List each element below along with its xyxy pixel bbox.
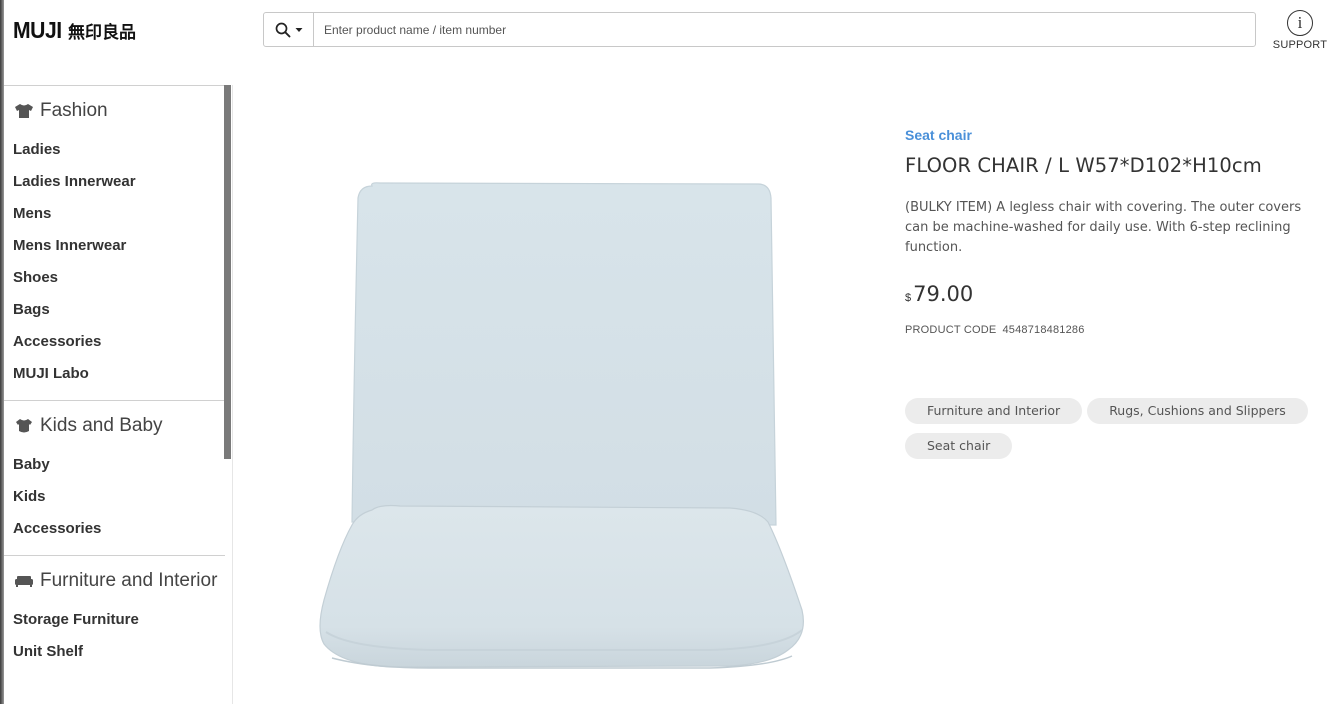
category-furniture-and-interior: Furniture and Interior Storage Furniture…	[4, 555, 225, 678]
category-title: Furniture and Interior	[40, 570, 218, 591]
product-code-label: PRODUCT CODE	[905, 324, 997, 336]
search-bar	[263, 12, 1256, 47]
sidebar-item-shoes[interactable]: Shoes	[4, 262, 225, 294]
category-header[interactable]: Fashion	[4, 86, 225, 123]
sidebar-item-unit-shelf[interactable]: Unit Shelf	[4, 636, 225, 668]
product-title: FLOOR CHAIR / L W57*D102*H10cm	[905, 154, 1262, 177]
category-kids-and-baby: Kids and Baby Baby Kids Accessories	[4, 400, 225, 555]
tag-seat-chair[interactable]: Seat chair	[905, 433, 1013, 459]
sidebar-item-mens[interactable]: Mens	[4, 198, 225, 230]
product-description: (BULKY ITEM) A legless chair with coveri…	[905, 200, 1302, 255]
tshirt-icon	[15, 104, 33, 118]
sidebar-item-storage-furniture[interactable]: Storage Furniture	[4, 604, 225, 636]
category-header[interactable]: Furniture and Interior	[4, 556, 225, 593]
price-amount: 79.00	[913, 282, 974, 306]
product-image[interactable]	[310, 170, 820, 680]
price-currency: $	[905, 292, 912, 304]
product-code: PRODUCT CODE 4548718481286	[905, 324, 1085, 336]
support-link[interactable]: i SUPPORT	[1272, 10, 1328, 51]
sidebar-item-baby[interactable]: Baby	[4, 449, 225, 481]
info-icon: i	[1287, 10, 1313, 36]
sidebar-scrollbar[interactable]	[224, 85, 231, 459]
search-icon	[275, 22, 290, 37]
sidebar-item-accessories[interactable]: Accessories	[4, 326, 225, 358]
support-label: SUPPORT	[1272, 39, 1328, 51]
product-price: $ 79.00	[905, 282, 973, 306]
tag-rugs-cushions-slippers[interactable]: Rugs, Cushions and Slippers	[1087, 398, 1308, 424]
category-sidebar: Fashion Ladies Ladies Innerwear Mens Men…	[4, 85, 233, 704]
tag-furniture-and-interior[interactable]: Furniture and Interior	[905, 398, 1083, 424]
baby-tshirt-icon	[16, 419, 32, 433]
category-title: Fashion	[40, 100, 108, 121]
search-scope-dropdown[interactable]	[264, 13, 314, 46]
muji-logo[interactable]: MUJI 無印良品	[13, 17, 136, 44]
logo-text-en: MUJI	[13, 17, 62, 43]
category-fashion: Fashion Ladies Ladies Innerwear Mens Men…	[4, 85, 225, 400]
category-link[interactable]: Seat chair	[905, 127, 972, 143]
search-input[interactable]	[314, 13, 1255, 46]
sidebar-item-kids[interactable]: Kids	[4, 481, 225, 513]
category-header[interactable]: Kids and Baby	[4, 401, 225, 438]
sidebar-item-ladies[interactable]: Ladies	[4, 134, 225, 166]
product-code-value: 4548718481286	[1002, 324, 1085, 336]
sidebar-item-bags[interactable]: Bags	[4, 294, 225, 326]
sidebar-item-muji-labo[interactable]: MUJI Labo	[4, 358, 225, 390]
sidebar-item-kids-accessories[interactable]: Accessories	[4, 513, 225, 545]
logo-text-jp: 無印良品	[67, 23, 136, 43]
sidebar-item-ladies-innerwear[interactable]: Ladies Innerwear	[4, 166, 225, 198]
category-title: Kids and Baby	[40, 415, 163, 436]
sidebar-item-mens-innerwear[interactable]: Mens Innerwear	[4, 230, 225, 262]
caret-down-icon	[295, 27, 302, 32]
category-tags: Furniture and Interior Rugs, Cushions an…	[905, 398, 1325, 459]
sofa-icon	[15, 576, 33, 587]
